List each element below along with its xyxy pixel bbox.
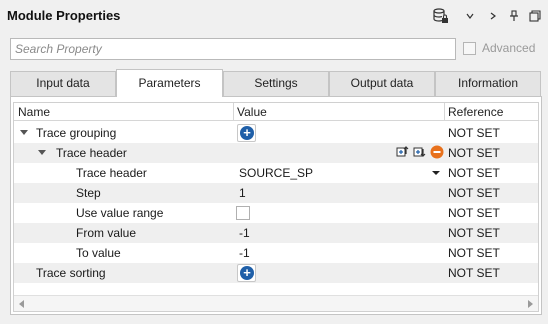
tab-parameters[interactable]: Parameters: [116, 69, 223, 97]
table-row[interactable]: To value -1 NOT SET: [14, 243, 538, 263]
move-down-icon[interactable]: [413, 145, 427, 159]
row-name: To value: [76, 246, 121, 260]
row-reference: NOT SET: [448, 166, 500, 180]
property-grid-header: Name Value Reference: [14, 103, 538, 121]
row-name: Trace grouping: [36, 126, 117, 140]
pin-icon[interactable]: [508, 7, 520, 25]
step-value-field[interactable]: 1: [239, 186, 246, 200]
plus-icon: +: [240, 126, 254, 140]
table-row[interactable]: Trace grouping + NOT SET: [14, 123, 538, 143]
row-name: From value: [76, 226, 137, 240]
search-input[interactable]: Search Property: [10, 38, 456, 60]
row-reference: NOT SET: [448, 226, 500, 240]
move-up-icon[interactable]: [396, 145, 410, 159]
remove-icon[interactable]: [430, 145, 444, 159]
scroll-left-icon[interactable]: [19, 300, 24, 308]
chevron-right-icon[interactable]: [487, 7, 499, 25]
table-row[interactable]: Trace sorting + NOT SET: [14, 263, 538, 283]
row-name: Trace sorting: [36, 266, 106, 280]
expand-arrow-icon[interactable]: [38, 150, 46, 155]
add-button[interactable]: +: [237, 124, 256, 142]
table-row[interactable]: Trace header NOT SET: [14, 143, 538, 163]
property-grid: Name Value Reference Trace grouping + NO…: [13, 102, 539, 312]
table-row[interactable]: Step 1 NOT SET: [14, 183, 538, 203]
row-name: Trace header: [56, 146, 127, 160]
table-row[interactable]: Trace header SOURCE_SP NOT SET: [14, 163, 538, 183]
from-value-field[interactable]: -1: [239, 226, 250, 240]
to-value-field[interactable]: -1: [239, 246, 250, 260]
tab-output-data[interactable]: Output data: [329, 71, 435, 96]
scroll-right-icon[interactable]: [528, 300, 533, 308]
column-header-reference[interactable]: Reference: [448, 105, 503, 119]
dropdown-arrow-icon[interactable]: [432, 171, 440, 175]
database-lock-icon[interactable]: [432, 7, 450, 25]
row-reference: NOT SET: [448, 206, 500, 220]
advanced-checkbox[interactable]: Advanced: [463, 41, 535, 55]
add-button[interactable]: +: [237, 264, 256, 282]
trace-header-dropdown[interactable]: SOURCE_SP: [239, 166, 313, 180]
chevron-down-icon[interactable]: [464, 7, 476, 25]
row-reference: NOT SET: [448, 126, 500, 140]
horizontal-scrollbar[interactable]: [14, 295, 538, 311]
row-reference: NOT SET: [448, 266, 500, 280]
row-reference: NOT SET: [448, 246, 500, 260]
row-name: Step: [76, 186, 101, 200]
expand-arrow-icon[interactable]: [20, 130, 28, 135]
table-row[interactable]: From value -1 NOT SET: [14, 223, 538, 243]
row-reference: NOT SET: [448, 146, 500, 160]
tab-input-data[interactable]: Input data: [10, 71, 116, 96]
parameters-panel: Name Value Reference Trace grouping + NO…: [10, 96, 542, 315]
plus-icon: +: [240, 266, 254, 280]
column-header-value[interactable]: Value: [237, 105, 267, 119]
use-value-range-checkbox[interactable]: [236, 206, 250, 220]
column-header-name[interactable]: Name: [18, 105, 50, 119]
tab-settings[interactable]: Settings: [223, 71, 329, 96]
advanced-checkbox-box[interactable]: [463, 41, 476, 55]
window-title: Module Properties: [7, 8, 121, 23]
advanced-label: Advanced: [482, 41, 536, 55]
row-name: Use value range: [76, 206, 164, 220]
title-bar: Module Properties: [0, 0, 548, 34]
tab-bar: Input data Parameters Settings Output da…: [10, 69, 542, 97]
table-row[interactable]: Use value range NOT SET: [14, 203, 538, 223]
restore-window-icon[interactable]: [528, 7, 542, 25]
tab-information[interactable]: Information: [435, 71, 541, 96]
row-reference: NOT SET: [448, 186, 500, 200]
row-name: Trace header: [76, 166, 147, 180]
